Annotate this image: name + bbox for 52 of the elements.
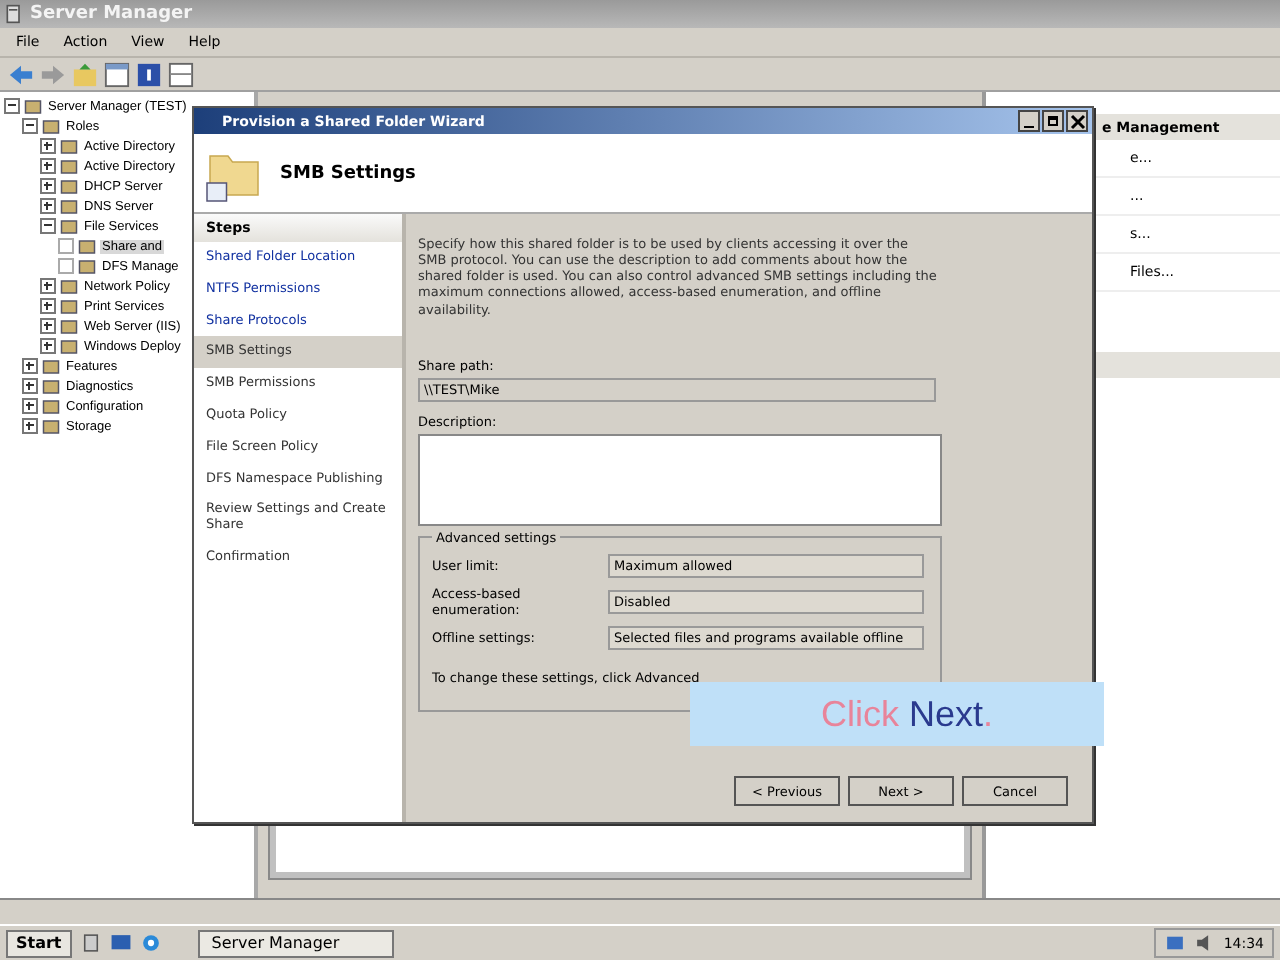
expander-icon[interactable]	[4, 98, 20, 114]
node-icon	[42, 357, 60, 375]
expander-icon[interactable]	[40, 298, 56, 314]
node-icon	[42, 417, 60, 435]
node-icon	[60, 337, 78, 355]
callout-text: .	[983, 693, 994, 735]
node-icon	[60, 217, 78, 235]
expander-icon[interactable]	[40, 138, 56, 154]
back-arrow-icon[interactable]	[8, 61, 34, 87]
description-field[interactable]	[418, 433, 942, 526]
expander-icon[interactable]	[40, 278, 56, 294]
node-icon	[60, 157, 78, 175]
window-icon[interactable]	[104, 61, 130, 87]
node-icon	[24, 97, 42, 115]
node-icon	[60, 177, 78, 195]
callout-text: Next	[908, 693, 983, 735]
expander-icon[interactable]	[22, 358, 38, 374]
monitor-icon[interactable]	[109, 932, 132, 954]
window-title: Server Manager	[30, 4, 193, 24]
node-icon	[60, 317, 78, 335]
node-icon	[78, 237, 96, 255]
server-icon[interactable]	[79, 932, 102, 954]
help-icon[interactable]	[136, 61, 162, 87]
expander-icon[interactable]	[22, 118, 38, 134]
node-icon	[60, 137, 78, 155]
maximize-button[interactable]	[1042, 110, 1064, 132]
browser-icon[interactable]	[139, 932, 162, 954]
node-icon	[42, 117, 60, 135]
node-icon	[60, 297, 78, 315]
expander-icon[interactable]	[40, 218, 56, 234]
close-button[interactable]	[1066, 110, 1088, 132]
node-icon	[78, 257, 96, 275]
node-icon	[60, 197, 78, 215]
start-button[interactable]: Start	[6, 929, 72, 957]
taskbar-button[interactable]: Server Manager	[197, 929, 394, 957]
server-icon	[4, 4, 24, 24]
network-icon[interactable]	[1163, 932, 1186, 954]
callout-text: Click	[820, 693, 899, 735]
expander-icon[interactable]	[40, 318, 56, 334]
wizard-heading: SMB Settings	[280, 163, 416, 183]
expander-icon[interactable]	[40, 338, 56, 354]
node-icon	[60, 277, 78, 295]
node-icon	[42, 397, 60, 415]
expander-icon[interactable]	[22, 378, 38, 394]
expander-icon[interactable]	[22, 398, 38, 414]
expander-icon[interactable]	[40, 198, 56, 214]
expander-icon[interactable]	[40, 158, 56, 174]
expander-icon[interactable]	[22, 418, 38, 434]
expander-icon[interactable]	[40, 178, 56, 194]
window-icon[interactable]	[168, 61, 194, 87]
minimize-button[interactable]	[1018, 110, 1040, 132]
node-icon	[42, 377, 60, 395]
